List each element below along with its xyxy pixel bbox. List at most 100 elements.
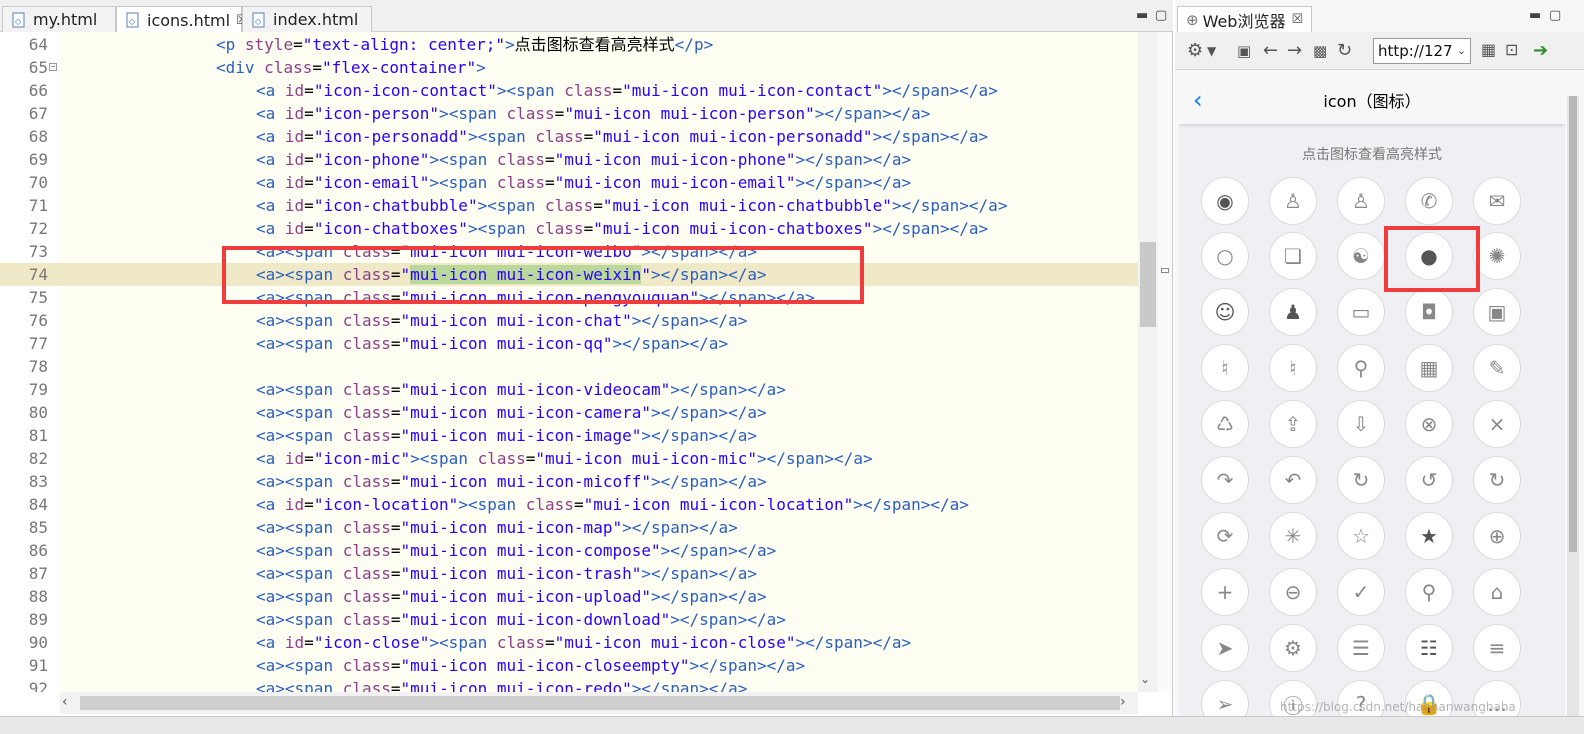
- code-line[interactable]: 89 <a><span class="mui-icon mui-icon-down…: [0, 608, 1140, 631]
- tab-index-html[interactable]: ◇ index.html: [242, 6, 372, 32]
- map-icon[interactable]: ▦: [1405, 344, 1453, 392]
- code-area[interactable]: 64 <p style="text-align: center;">点击图标查看高…: [0, 32, 1140, 692]
- gear-icon[interactable]: ⚙: [1269, 624, 1317, 672]
- horizontal-scrollbar[interactable]: [60, 692, 1138, 714]
- close-icon[interactable]: ☒: [1291, 12, 1303, 27]
- code-line[interactable]: 68 <a id="icon-personadd"><span class="mu…: [0, 125, 1140, 148]
- scroll-thumb[interactable]: [1569, 96, 1577, 552]
- redo-icon[interactable]: ↷: [1201, 456, 1249, 504]
- back-arrow-icon[interactable]: ←: [1263, 40, 1278, 61]
- vertical-scrollbar[interactable]: [1138, 32, 1158, 692]
- scroll-left-icon[interactable]: ‹: [62, 694, 68, 710]
- refreshempty-icon[interactable]: ↺: [1405, 456, 1453, 504]
- scroll-down-icon[interactable]: ⌄: [1140, 672, 1150, 686]
- close-icon[interactable]: ⊗: [1405, 400, 1453, 448]
- loop-icon[interactable]: ⟳: [1201, 512, 1249, 560]
- mic-icon[interactable]: ♮: [1201, 344, 1249, 392]
- code-line[interactable]: 91 <a><span class="mui-icon mui-icon-clos…: [0, 654, 1140, 677]
- code-line[interactable]: 78: [0, 355, 1140, 378]
- code-line[interactable]: 66 <a id="icon-icon-contact"><span class=…: [0, 79, 1140, 102]
- phone-icon[interactable]: ✆: [1405, 177, 1453, 225]
- code-line[interactable]: 84 <a id="icon-location"><span class="mui…: [0, 493, 1140, 516]
- code-line[interactable]: 90 <a id="icon-close"><span class="mui-ic…: [0, 631, 1140, 654]
- code-line[interactable]: 81 <a><span class="mui-icon mui-icon-imag…: [0, 424, 1140, 447]
- videocam-icon[interactable]: ▭: [1337, 288, 1385, 336]
- code-line[interactable]: 79 <a><span class="mui-icon mui-icon-vide…: [0, 378, 1140, 401]
- code-line[interactable]: 83 <a><span class="mui-icon mui-icon-mico…: [0, 470, 1140, 493]
- qrcode-icon[interactable]: ▦: [1481, 40, 1496, 59]
- code-line[interactable]: 77 <a><span class="mui-icon mui-icon-qq">…: [0, 332, 1140, 355]
- undo-icon[interactable]: ↶: [1269, 456, 1317, 504]
- checkmarkempty-icon[interactable]: ✓: [1337, 568, 1385, 616]
- download-icon[interactable]: ⇩: [1337, 400, 1385, 448]
- personadd-icon[interactable]: ♙: [1337, 177, 1385, 225]
- code-line[interactable]: 65− <div class="flex-container">: [0, 56, 1140, 79]
- upload-icon[interactable]: ⇪: [1269, 400, 1317, 448]
- code-line[interactable]: 80 <a><span class="mui-icon mui-icon-came…: [0, 401, 1140, 424]
- stop-icon[interactable]: ▩: [1313, 42, 1327, 60]
- code-line[interactable]: 72 <a id="icon-chatboxes"><span class="mu…: [0, 217, 1140, 240]
- code-line[interactable]: 70 <a id="icon-email"><span class="mui-ic…: [0, 171, 1140, 194]
- dropdown-icon[interactable]: ▼: [1207, 44, 1216, 58]
- trash-icon[interactable]: ♺: [1201, 400, 1249, 448]
- reload-icon[interactable]: ↻: [1473, 456, 1521, 504]
- email-icon[interactable]: ✉: [1473, 177, 1521, 225]
- chevron-down-icon[interactable]: ⌄: [1457, 39, 1466, 63]
- plus-icon[interactable]: +: [1201, 568, 1249, 616]
- scroll-thumb[interactable]: [80, 696, 1120, 710]
- micoff-icon[interactable]: ♮: [1269, 344, 1317, 392]
- tab-my-html[interactable]: ◇ my.html: [2, 6, 116, 32]
- forward-arrow-icon[interactable]: →: [1287, 40, 1302, 61]
- location-icon[interactable]: ⚲: [1337, 344, 1385, 392]
- spinner-icon[interactable]: ✳: [1269, 512, 1317, 560]
- maximize-icon[interactable]: ▢: [1155, 8, 1167, 23]
- url-input[interactable]: http://127 ⌄: [1373, 38, 1471, 64]
- gear-icon[interactable]: ⚙: [1187, 40, 1203, 61]
- list-icon[interactable]: ☷: [1405, 624, 1453, 672]
- starhalf-icon[interactable]: ★: [1405, 512, 1453, 560]
- code-line[interactable]: 92 <a><span class="mui-icon mui-icon-redo…: [0, 677, 1140, 692]
- code-line[interactable]: 64 <p style="text-align: center;">点击图标查看高…: [0, 33, 1140, 56]
- lock-icon[interactable]: ⊡: [1505, 40, 1518, 59]
- code-line[interactable]: 71 <a id="icon-chatbubble"><span class="m…: [0, 194, 1140, 217]
- image-icon[interactable]: ▣: [1473, 288, 1521, 336]
- qq-icon[interactable]: ♟: [1269, 288, 1317, 336]
- fold-toggle-icon[interactable]: −: [49, 63, 57, 71]
- closeempty-icon[interactable]: ×: [1473, 400, 1521, 448]
- settings-icon[interactable]: ☰: [1337, 624, 1385, 672]
- weibo-icon[interactable]: ☯: [1337, 232, 1385, 280]
- chatbubble-icon[interactable]: ○: [1201, 232, 1249, 280]
- code-line[interactable]: 69 <a id="icon-phone"><span class="mui-ic…: [0, 148, 1140, 171]
- camera-icon[interactable]: ◘: [1405, 288, 1453, 336]
- refresh-icon[interactable]: ↻: [1337, 40, 1352, 61]
- minus-icon[interactable]: ⊖: [1269, 568, 1317, 616]
- navigate-icon[interactable]: ➤: [1201, 624, 1249, 672]
- scroll-right-icon[interactable]: ›: [1120, 694, 1126, 710]
- contact-icon[interactable]: ◉: [1201, 177, 1249, 225]
- scroll-thumb[interactable]: [1140, 242, 1156, 327]
- code-line[interactable]: 67 <a id="icon-person"><span class="mui-i…: [0, 102, 1140, 125]
- code-line[interactable]: 86 <a><span class="mui-icon mui-icon-comp…: [0, 539, 1140, 562]
- chatboxes-icon[interactable]: ❏: [1269, 232, 1317, 280]
- star-icon[interactable]: ☆: [1337, 512, 1385, 560]
- plus-circle-icon[interactable]: ⊕: [1473, 512, 1521, 560]
- bars-icon[interactable]: ≡: [1473, 624, 1521, 672]
- minimize-icon[interactable]: ▬: [1529, 8, 1541, 23]
- code-line[interactable]: 87 <a><span class="mui-icon mui-icon-tras…: [0, 562, 1140, 585]
- pengyouquan-icon[interactable]: ✺: [1473, 232, 1521, 280]
- chat-icon[interactable]: ☺: [1201, 288, 1249, 336]
- code-line[interactable]: 85 <a><span class="mui-icon mui-icon-map"…: [0, 516, 1140, 539]
- go-arrow-icon[interactable]: ➔: [1533, 40, 1548, 61]
- home-icon[interactable]: ⌂: [1473, 568, 1521, 616]
- maximize-icon[interactable]: ▢: [1549, 8, 1561, 23]
- console-icon[interactable]: ▣: [1237, 42, 1251, 60]
- compose-icon[interactable]: ✎: [1473, 344, 1521, 392]
- tab-web-browser[interactable]: ⊕ Web浏览器 ☒: [1177, 6, 1313, 32]
- code-line[interactable]: 88 <a><span class="mui-icon mui-icon-uplo…: [0, 585, 1140, 608]
- minimize-icon[interactable]: ▬: [1136, 8, 1148, 23]
- code-line[interactable]: 82 <a id="icon-mic"><span class="mui-icon…: [0, 447, 1140, 470]
- viewport-scrollbar[interactable]: [1567, 96, 1579, 726]
- person-icon[interactable]: ♙: [1269, 177, 1317, 225]
- code-line[interactable]: 76 <a><span class="mui-icon mui-icon-chat…: [0, 309, 1140, 332]
- refresh-icon[interactable]: ↻: [1337, 456, 1385, 504]
